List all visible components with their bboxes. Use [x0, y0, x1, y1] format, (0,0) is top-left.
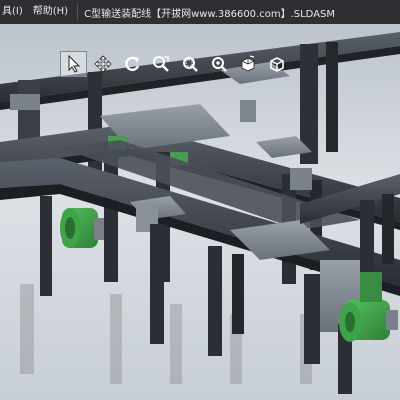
graphics-area[interactable] [0, 24, 400, 400]
zoom-in-out-icon[interactable] [205, 51, 232, 77]
heads-up-view-toolbar [60, 50, 290, 78]
rotate-icon[interactable] [118, 51, 145, 77]
solidworks-window: 具(I) 帮助(H) C型输送装配线【开拔网www.386600.com】.SL… [0, 0, 400, 400]
floor-reflection [20, 284, 312, 384]
move-icon[interactable] [89, 51, 116, 77]
title-bar: 具(I) 帮助(H) C型输送装配线【开拔网www.386600.com】.SL… [0, 0, 400, 24]
select-arrow-icon[interactable] [60, 51, 87, 77]
zoom-to-fit-icon[interactable] [147, 51, 174, 77]
title-separator [77, 4, 79, 20]
view-orientation-icon[interactable] [234, 51, 261, 77]
document-title: C型输送装配线【开拔网www.386600.com】.SLDASM [84, 8, 336, 20]
gear-motor-left[interactable] [60, 208, 104, 248]
conveyor-assembly-model[interactable] [0, 24, 400, 400]
conveyor-front [0, 140, 400, 394]
display-style-cube-icon[interactable] [263, 51, 290, 77]
menu-item-help[interactable]: 帮助(H) [28, 0, 73, 24]
zoom-to-area-icon[interactable] [176, 51, 203, 77]
menu-item-tools[interactable]: 具(I) [0, 0, 28, 24]
